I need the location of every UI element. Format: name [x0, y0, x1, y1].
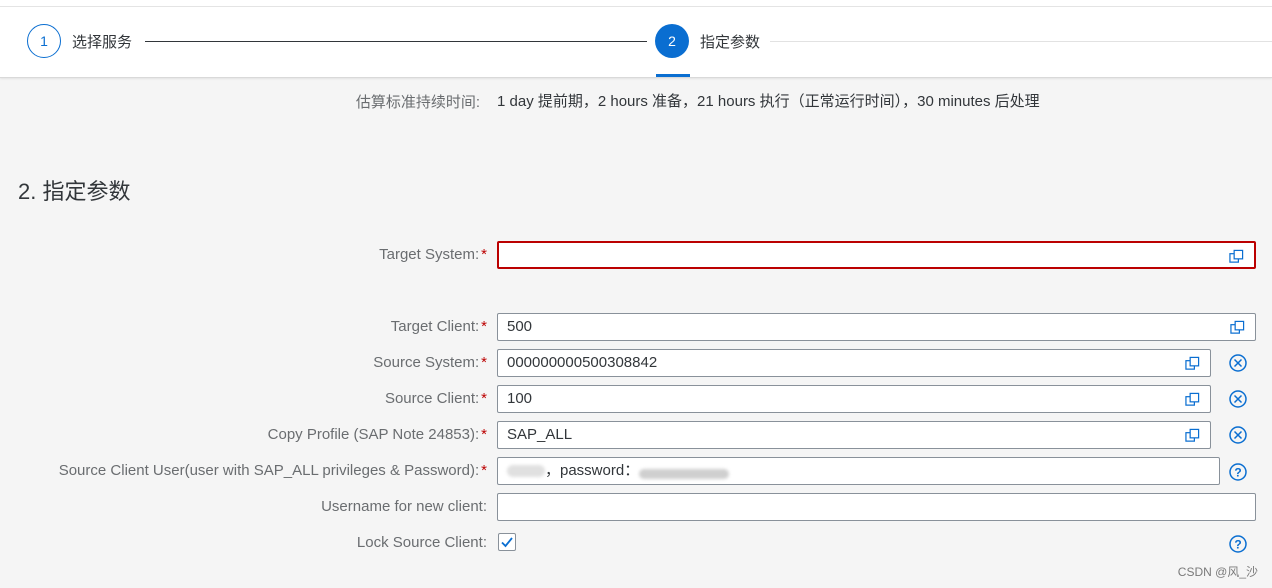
current-step-indicator [656, 74, 690, 77]
redacted-password [639, 469, 730, 480]
source-client-user-label: Source Client User(user with SAP_ALL pri… [58, 462, 487, 479]
username-new-client-label: Username for new client: [321, 498, 487, 515]
source-client-user-input[interactable]: ，password： [497, 457, 1220, 485]
value-help-icon[interactable] [1185, 356, 1200, 371]
top-border [0, 0, 1272, 7]
wizard-step-bar: 1 选择服务 2 指定参数 [0, 7, 1272, 78]
section-title: 2. 指定参数 [18, 179, 131, 204]
clear-icon[interactable] [1228, 389, 1248, 409]
value-help-icon[interactable] [1185, 392, 1200, 407]
value-help-icon[interactable] [1185, 428, 1200, 443]
svg-text:?: ? [1234, 466, 1241, 480]
copy-profile-input[interactable]: SAP_ALL [497, 421, 1211, 449]
source-client-input[interactable]: 100 [497, 385, 1211, 413]
step-2-label[interactable]: 指定参数 [700, 31, 760, 52]
redacted-username [507, 465, 545, 478]
step-2-circle[interactable]: 2 [655, 24, 689, 58]
step-trailing-line [770, 41, 1272, 42]
estimate-duration-label: 估算标准持续时间: [355, 94, 480, 111]
target-system-label: Target System: * [379, 246, 487, 263]
clear-icon[interactable] [1228, 425, 1248, 445]
step-1-label[interactable]: 选择服务 [72, 31, 132, 52]
value-help-icon[interactable] [1229, 249, 1244, 264]
svg-text:?: ? [1234, 538, 1241, 552]
username-new-client-input[interactable] [497, 493, 1256, 521]
target-system-input[interactable] [497, 241, 1256, 269]
checkmark-icon [501, 537, 513, 548]
estimate-duration-value: 1 day 提前期，2 hours 准备，21 hours 执行（正常运行时间）… [497, 93, 1040, 110]
source-system-input[interactable]: 000000000500308842 [497, 349, 1211, 377]
target-client-input[interactable]: 500 [497, 313, 1256, 341]
help-icon[interactable]: ? [1228, 534, 1248, 554]
step-1-circle[interactable]: 1 [27, 24, 61, 58]
watermark: CSDN @风_沙 [1177, 565, 1258, 579]
lock-source-client-label: Lock Source Client: [356, 534, 487, 551]
target-client-label: Target Client: * [390, 318, 487, 335]
clear-icon[interactable] [1228, 353, 1248, 373]
help-icon[interactable]: ? [1228, 462, 1248, 482]
value-help-icon[interactable] [1230, 320, 1245, 335]
source-client-label: Source Client: * [384, 390, 487, 407]
lock-source-client-checkbox[interactable] [498, 533, 516, 551]
step-connector-line [145, 41, 647, 42]
source-system-label: Source System: * [373, 354, 487, 371]
copy-profile-label: Copy Profile (SAP Note 24853): * [267, 426, 487, 443]
